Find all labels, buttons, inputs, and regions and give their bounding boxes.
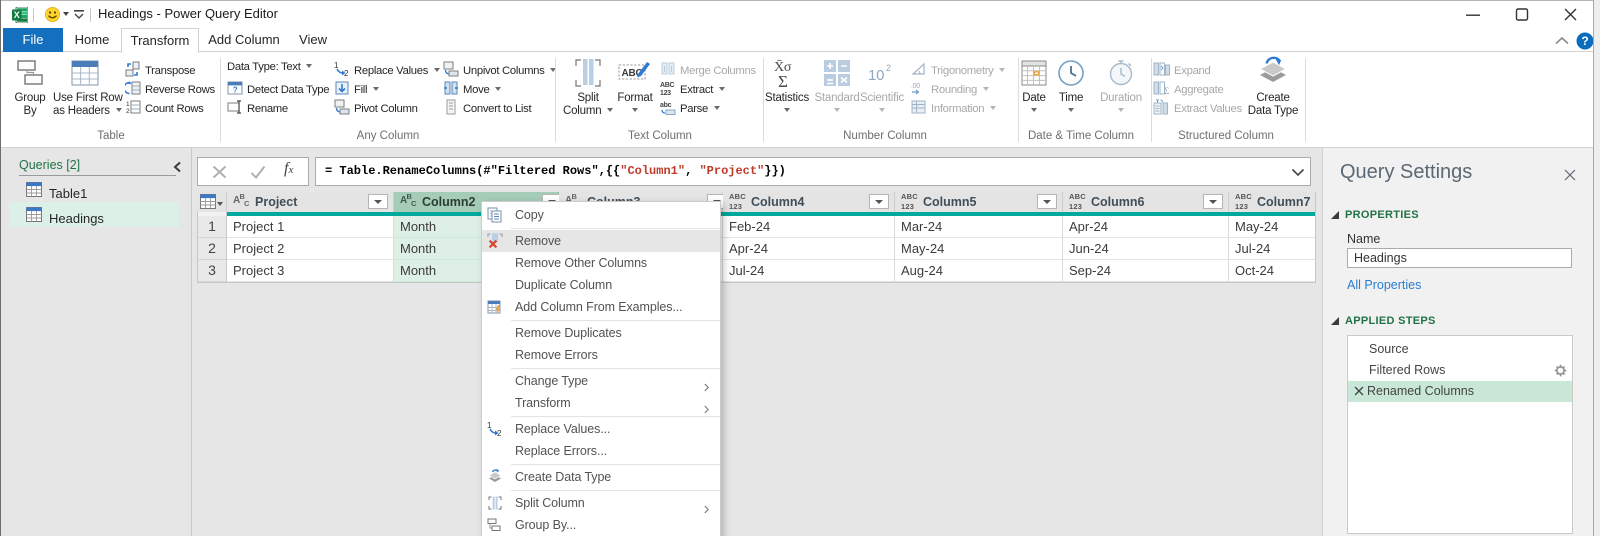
svg-text:1: 1	[334, 61, 339, 70]
svg-text:2: 2	[126, 108, 130, 115]
svg-text:1: 1	[487, 421, 492, 430]
svg-text:Σ: Σ	[1164, 86, 1169, 96]
svg-text:ABC: ABC	[660, 82, 675, 89]
svg-text:2: 2	[344, 69, 349, 77]
svg-text:1: 1	[126, 101, 130, 108]
svg-text:.00: .00	[911, 83, 920, 90]
svg-text:X: X	[14, 10, 20, 20]
svg-text:abc: abc	[660, 102, 672, 109]
svg-text:Σ: Σ	[778, 72, 788, 88]
svg-text:2: 2	[886, 63, 891, 73]
svg-text:123: 123	[660, 90, 671, 96]
svg-text:2: 2	[497, 429, 502, 437]
svg-text:10: 10	[868, 67, 884, 84]
svg-text:?: ?	[1581, 34, 1588, 48]
svg-text:?: ?	[233, 86, 238, 95]
